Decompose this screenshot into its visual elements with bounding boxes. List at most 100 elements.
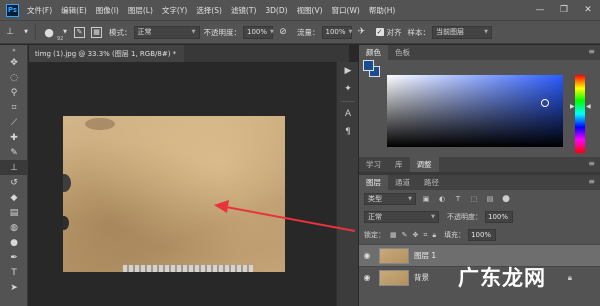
lock-row: 锁定： ▦ ✎ ✥ ⌗ 🔒︎ 填充： 100% bbox=[359, 226, 600, 244]
panel-menu-icon[interactable]: ≡ bbox=[588, 177, 595, 186]
menu-image[interactable]: 图像(I) bbox=[96, 5, 119, 16]
maximize-button[interactable]: ❐ bbox=[552, 0, 576, 20]
clone-source-icon[interactable]: ▦ bbox=[91, 26, 102, 38]
image-stone bbox=[63, 216, 69, 230]
close-button[interactable]: ✕ bbox=[576, 0, 600, 20]
character-panel-icon[interactable]: A bbox=[337, 105, 359, 123]
visibility-eye-icon[interactable]: ◉ bbox=[359, 251, 375, 260]
minimize-button[interactable]: — bbox=[528, 0, 552, 20]
eraser-tool-icon[interactable]: ◆ bbox=[0, 190, 28, 205]
lock-icon: 🔒︎ bbox=[567, 273, 572, 282]
menu-help[interactable]: 帮助(H) bbox=[369, 5, 396, 16]
sample-select[interactable]: 当前图层 ▼ bbox=[432, 25, 492, 39]
tab-adjustments[interactable]: 调整 bbox=[409, 157, 439, 172]
fill-input[interactable]: 100% bbox=[468, 229, 497, 241]
path-selection-tool-icon[interactable]: ➤ bbox=[0, 280, 28, 295]
canvas-area[interactable] bbox=[29, 62, 349, 306]
airbrush-icon[interactable]: ✈ bbox=[355, 25, 369, 39]
clone-stamp-tool-icon[interactable]: ⊥ bbox=[3, 25, 17, 39]
eyedropper-tool-icon[interactable]: ⟋ bbox=[0, 115, 28, 130]
properties-panel-icon[interactable]: ✦ bbox=[337, 80, 359, 98]
mode-select[interactable]: 正常 ▼ bbox=[133, 25, 200, 39]
crop-tool-icon[interactable]: ⌗ bbox=[0, 100, 28, 115]
align-checkbox[interactable]: ✓ bbox=[375, 28, 384, 36]
color-panel: 颜色 色板 ≡ ▶ ◀ bbox=[359, 45, 600, 157]
opacity-input[interactable]: 100% ▼ bbox=[243, 25, 274, 39]
menu-window[interactable]: 窗口(W) bbox=[332, 5, 360, 16]
blend-mode-select[interactable]: 正常 ▼ bbox=[364, 211, 439, 223]
tab-layers[interactable]: 图层 bbox=[359, 175, 388, 190]
menu-filter[interactable]: 滤镜(T) bbox=[231, 5, 256, 16]
layer-opacity-input[interactable]: 100% bbox=[485, 211, 513, 223]
lock-label: 锁定： bbox=[364, 231, 385, 239]
pen-tool-icon[interactable]: ✒ bbox=[0, 250, 28, 265]
menu-3d[interactable]: 3D(D) bbox=[265, 6, 287, 15]
lock-artboard-icon[interactable]: ⌗ bbox=[423, 231, 427, 240]
dropdown-chevron-icon[interactable]: ▼ bbox=[23, 25, 29, 39]
tab-paths[interactable]: 路径 bbox=[417, 175, 446, 190]
collapse-icon[interactable]: » bbox=[0, 45, 28, 55]
move-tool-icon[interactable]: ✥ bbox=[0, 55, 28, 70]
brush-settings-icon[interactable]: ✎ bbox=[74, 26, 85, 38]
filter-adjustment-icon[interactable]: ◐ bbox=[436, 193, 448, 205]
lock-all-icon[interactable]: 🔒︎ bbox=[432, 231, 436, 240]
menu-type[interactable]: 文字(Y) bbox=[162, 5, 187, 16]
align-label: 对齐 bbox=[386, 27, 402, 37]
filter-type-icon[interactable]: T bbox=[452, 193, 464, 205]
document-tab-bar: timg (1).jpg @ 33.3% (图层 1, RGB/8#) * bbox=[29, 45, 349, 62]
dodge-tool-icon[interactable]: ● bbox=[0, 235, 28, 250]
tab-learn[interactable]: 学习 bbox=[359, 157, 388, 172]
clone-stamp-tool-icon[interactable]: ⊥ bbox=[0, 160, 28, 175]
color-field[interactable] bbox=[387, 75, 563, 147]
brush-preset-icon[interactable]: ● bbox=[42, 25, 56, 39]
paragraph-panel-icon[interactable]: ¶ bbox=[337, 123, 359, 141]
divider bbox=[35, 24, 36, 40]
filter-toggle-icon[interactable]: ● bbox=[500, 193, 512, 205]
menu-select[interactable]: 选择(S) bbox=[196, 5, 222, 16]
layer-filter-select[interactable]: 类型 ▼ bbox=[364, 193, 416, 205]
tab-channels[interactable]: 通道 bbox=[388, 175, 417, 190]
foreground-color-swatch[interactable] bbox=[363, 60, 374, 71]
visibility-eye-icon[interactable]: ◉ bbox=[359, 273, 375, 282]
watermark: 广东龙网 bbox=[458, 266, 546, 290]
tab-color[interactable]: 颜色 bbox=[359, 45, 388, 60]
layer-name: 背景 bbox=[414, 273, 429, 282]
magic-wand-tool-icon[interactable]: ⚲ bbox=[0, 85, 28, 100]
healing-brush-tool-icon[interactable]: ✚ bbox=[0, 130, 28, 145]
blur-tool-icon[interactable]: ◍ bbox=[0, 220, 28, 235]
flow-input[interactable]: 100% ▼ bbox=[321, 25, 353, 39]
panel-menu-icon[interactable]: ≡ bbox=[588, 47, 595, 56]
lasso-tool-icon[interactable]: ◌ bbox=[0, 70, 28, 85]
tab-libraries[interactable]: 库 bbox=[388, 157, 410, 172]
tab-swatches[interactable]: 色板 bbox=[388, 45, 417, 60]
panel-menu-icon[interactable]: ≡ bbox=[588, 159, 595, 168]
history-panel-icon[interactable]: ▶ bbox=[337, 62, 359, 80]
color-picker-ring[interactable] bbox=[541, 99, 549, 107]
chevron-down-icon: ▼ bbox=[348, 29, 353, 35]
filter-pixel-icon[interactable]: ▣ bbox=[420, 193, 432, 205]
pressure-opacity-icon[interactable]: ⊘ bbox=[276, 25, 290, 39]
history-brush-tool-icon[interactable]: ↺ bbox=[0, 175, 28, 190]
flow-value: 100% bbox=[325, 28, 346, 36]
menu-layer[interactable]: 图层(L) bbox=[128, 5, 153, 16]
gradient-tool-icon[interactable]: ▤ bbox=[0, 205, 28, 220]
image-stone bbox=[63, 174, 71, 192]
menu-file[interactable]: 文件(F) bbox=[27, 5, 52, 16]
filter-shape-icon[interactable]: ⬚ bbox=[468, 193, 480, 205]
image-artifact-strip bbox=[123, 265, 253, 272]
mode-value: 正常 bbox=[137, 28, 152, 36]
lock-position-icon[interactable]: ✥ bbox=[413, 231, 419, 239]
lock-transparent-icon[interactable]: ▦ bbox=[390, 231, 397, 239]
layer-name: 图层 1 bbox=[414, 251, 437, 260]
hue-slider[interactable] bbox=[575, 75, 585, 153]
type-tool-icon[interactable]: T bbox=[0, 265, 28, 280]
menu-view[interactable]: 视图(V) bbox=[297, 5, 323, 16]
menu-edit[interactable]: 编辑(E) bbox=[61, 5, 87, 16]
document-tab[interactable]: timg (1).jpg @ 33.3% (图层 1, RGB/8#) * bbox=[29, 45, 184, 62]
document-image[interactable] bbox=[63, 116, 285, 272]
brush-tool-icon[interactable]: ✎ bbox=[0, 145, 28, 160]
lock-image-icon[interactable]: ✎ bbox=[402, 231, 408, 239]
filter-smart-object-icon[interactable]: ▤ bbox=[484, 193, 496, 205]
chevron-down-icon: ▼ bbox=[270, 29, 274, 35]
mode-label: 模式： bbox=[109, 27, 132, 37]
